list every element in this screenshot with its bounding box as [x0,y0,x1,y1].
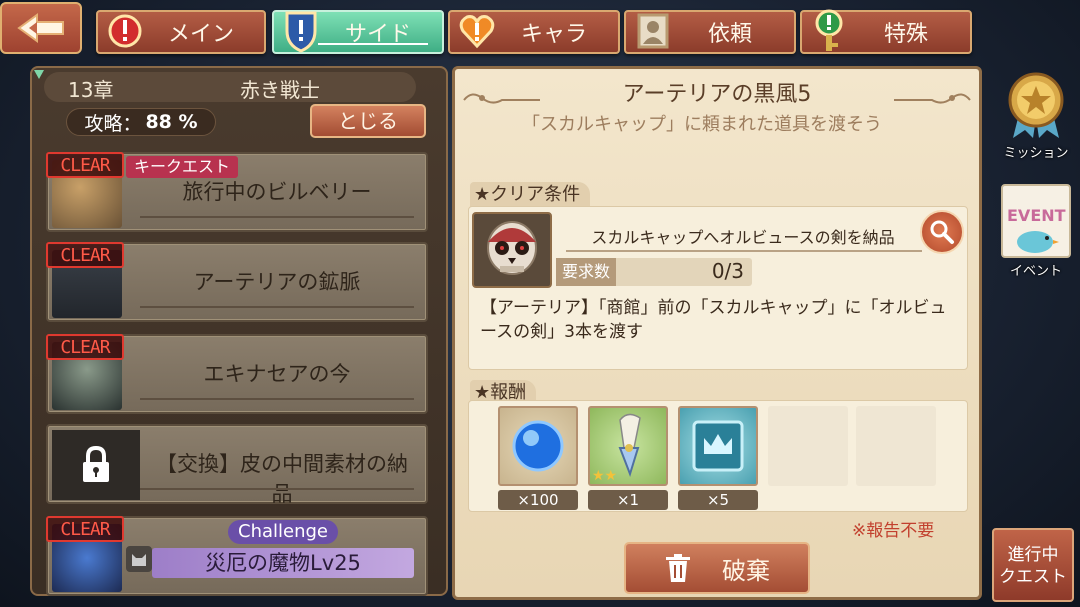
tab-main[interactable]: メイン [96,10,266,54]
event-label: イベント [1009,264,1062,279]
reward-slot-empty [856,406,936,486]
ongoing-line2: クエスト [999,567,1067,587]
star-icon: ★ [474,184,491,205]
reward-item[interactable] [498,406,578,486]
quest-description: 【アーテリア】「商館」前の「スカルキャップ」に「オルビュースの剣」3本を渡す [480,298,947,342]
quest-title: エキナセアの今 [203,362,351,386]
clear-badge: CLEAR [46,516,124,542]
active-tab-underline [318,43,428,45]
tab-special-label: 特殊 [883,22,928,47]
tab-request[interactable]: 依頼 [624,10,796,54]
tab-main-label: メイン [167,22,234,47]
tab-chara-label: キャラ [520,22,587,47]
skull-cap-portrait [472,212,552,288]
corner-arrow-icon [34,70,44,79]
medal-icon [1008,72,1064,138]
quest-card[interactable]: CLEAR Challenge 災厄の魔物Lv25 [46,516,428,596]
tab-chara[interactable]: キャラ [448,10,620,54]
tab-special[interactable]: 特殊 [800,9,972,54]
discard-button[interactable]: 破棄 [624,542,810,594]
target-text: スカルキャップへオルビュースの剣を納品 [591,228,895,247]
event-button[interactable]: EVENT イベント [996,184,1076,284]
crown-crystal-icon [692,420,744,472]
event-card-icon: EVENT [1001,184,1071,258]
cat-icon [126,546,152,572]
discard-label: 破棄 [722,556,770,585]
mission-button[interactable]: ミッション [996,70,1076,162]
lock-icon [83,445,109,482]
skull-icon [487,221,537,275]
divider [140,216,414,218]
blue-orb-icon [512,420,564,472]
mission-label: ミッション [1003,146,1069,161]
clear-badge: CLEAR [46,334,124,360]
conditions-tab: ★クリア条件 [470,182,591,208]
ongoing-quest-button[interactable]: 進行中 クエスト [992,528,1074,602]
required-value: 0/3 [711,259,744,283]
close-button[interactable]: とじる [310,104,426,138]
reward-count: ×5 [678,490,758,510]
search-button[interactable] [920,210,964,254]
conditions-label: クリア条件 [490,184,581,205]
challenge-badge: Challenge [228,520,338,544]
progress-value: 88 % [145,111,198,133]
required-label: 要求数 [556,258,616,286]
chapter-title: 赤き戦士 [240,78,320,102]
detail-subtitle: 「スカルキャップ」に頼まれた道具を渡そう [522,114,882,135]
locked-thumbnail [52,430,140,500]
reward-count: ×100 [498,490,578,510]
reward-item[interactable]: ★★ [588,406,668,486]
detail-title: アーテリアの黒風5 [622,82,812,107]
required-count-row: 要求数 0/3 [556,258,752,286]
chapter-number: 13章 [68,78,114,102]
no-report-note: ※報告不要 [852,521,935,541]
quest-card[interactable]: CLEAR アーテリアの鉱脈 [46,242,428,322]
quest-title: 旅行中のビルベリー [182,180,372,204]
quest-title: 【交換】皮の中間素材の納品 [156,452,408,506]
tab-side[interactable]: サイド [272,10,444,54]
chapter-header: 13章 赤き戦士 [44,72,416,102]
reward-slot-empty [768,406,848,486]
bird-icon [1017,231,1059,253]
quest-title: アーテリアの鉱脈 [193,270,361,294]
quest-card[interactable]: CLEAR キークエスト 旅行中のビルベリー [46,152,428,232]
divider [566,250,922,252]
reward-count: ×1 [588,490,668,510]
back-arrow-icon [17,13,64,43]
search-icon [930,220,954,244]
trash-icon [666,554,690,582]
reward-item[interactable] [678,406,758,486]
quest-card[interactable]: CLEAR エキナセアの今 [46,334,428,414]
key-quest-badge: キークエスト [126,156,239,178]
chapter-progress: 攻略： 88 % [66,108,216,136]
clear-badge: CLEAR [46,152,124,178]
quest-card[interactable]: 【交換】皮の中間素材の納品 [46,424,428,506]
event-tag: EVENT [1007,206,1066,225]
rarity-stars: ★★ [592,468,618,484]
progress-label: 攻略： [84,112,142,135]
quest-title: 災厄の魔物Lv25 [152,548,414,578]
divider [140,398,414,400]
back-button[interactable] [0,2,82,54]
divider [140,306,414,308]
divider [140,488,414,490]
clear-badge: CLEAR [46,242,124,268]
tab-request-label: 依頼 [707,22,752,47]
ongoing-line1: 進行中 [1007,545,1059,565]
